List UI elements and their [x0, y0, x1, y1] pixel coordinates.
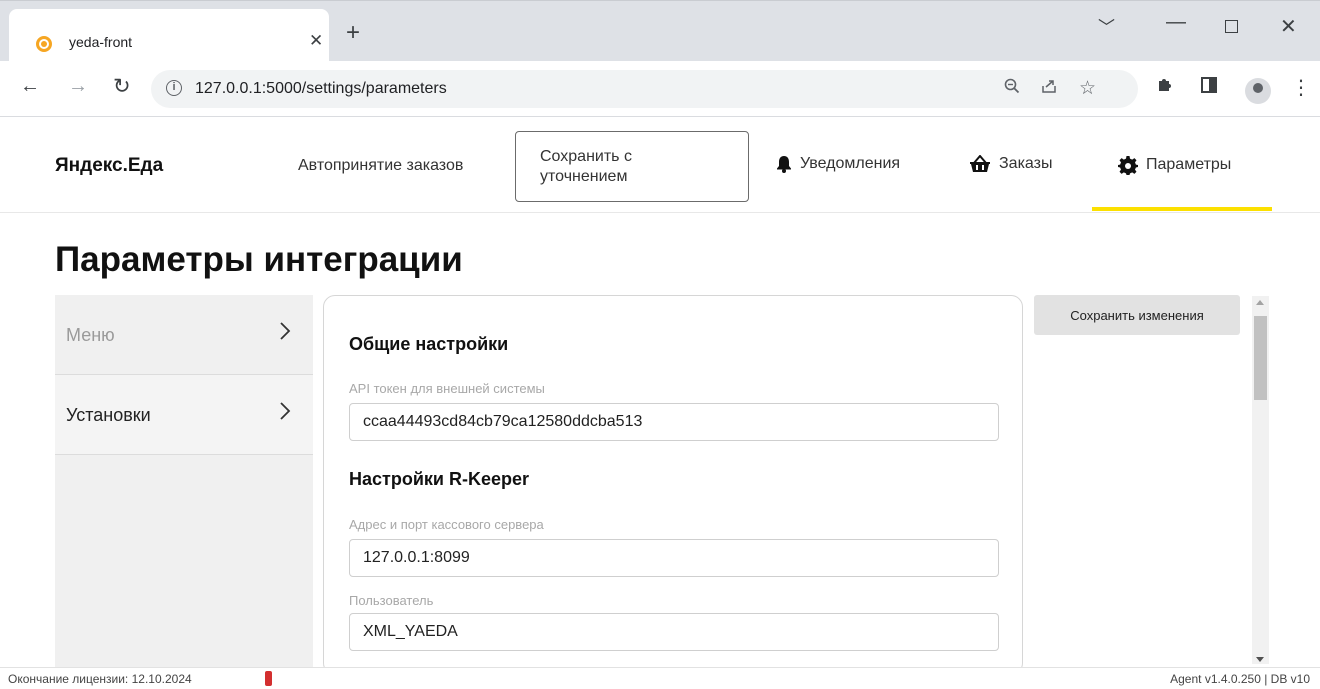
browser-menu-icon[interactable]: ⋮: [1291, 75, 1311, 100]
bell-icon: [776, 155, 792, 173]
browser-tabstrip: yeda-front ✕ + ﹀ — ✕: [0, 0, 1320, 62]
page-title: Параметры интеграции: [55, 240, 463, 279]
user-input[interactable]: [349, 613, 999, 651]
window-close-icon[interactable]: ✕: [1280, 14, 1297, 39]
profile-avatar-icon[interactable]: [1245, 78, 1271, 104]
license-status-indicator: [265, 671, 272, 686]
save-clarify-line1: Сохранить с: [540, 148, 632, 165]
browser-toolbar: ← → ↻ i 127.0.0.1:5000/settings/paramete…: [0, 61, 1320, 117]
sidebar-item-label: Меню: [66, 325, 115, 345]
status-footer: Окончание лицензии: 12.10.2024 Agent v1.…: [0, 667, 1320, 689]
nav-orders-label: Заказы: [999, 155, 1053, 172]
app-header: Яндекс.Еда Автопринятие заказов Сохранит…: [0, 117, 1320, 213]
chevron-right-icon: [279, 401, 291, 427]
chevron-right-icon: [279, 321, 291, 347]
settings-form-card: Общие настройки API токен для внешней си…: [323, 295, 1023, 675]
nav-notifications-label: Уведомления: [800, 155, 901, 172]
new-tab-icon[interactable]: +: [346, 19, 360, 47]
nav-parameters-label: Параметры: [1146, 156, 1232, 173]
bookmark-star-icon[interactable]: ☆: [1079, 77, 1096, 100]
close-tab-icon[interactable]: ✕: [309, 31, 323, 51]
tab-search-chevron-icon[interactable]: ﹀: [1098, 13, 1115, 38]
tab-title: yeda-front: [69, 34, 133, 50]
nav-notifications[interactable]: Уведомления: [776, 155, 900, 173]
site-info-icon[interactable]: i: [166, 80, 182, 96]
general-settings-heading: Общие настройки: [349, 334, 509, 354]
save-with-clarification-button[interactable]: Сохранить с уточнением: [515, 131, 749, 202]
settings-sidebar: Меню Установки: [55, 295, 313, 667]
rkeeper-settings-heading: Настройки R-Keeper: [349, 469, 529, 489]
cash-server-address-input[interactable]: [349, 539, 999, 577]
back-arrow-icon[interactable]: ←: [20, 75, 40, 98]
brand-logo[interactable]: Яндекс.Еда: [55, 155, 163, 177]
nav-orders[interactable]: Заказы: [969, 155, 1052, 173]
active-nav-indicator: [1092, 207, 1272, 211]
sidebar-item-label: Установки: [66, 405, 151, 425]
save-clarify-line2: уточнением: [540, 168, 628, 185]
scrollbar-thumb[interactable]: [1254, 316, 1267, 400]
cash-server-label: Адрес и порт кассового сервера: [349, 517, 544, 532]
url-text[interactable]: 127.0.0.1:5000/settings/parameters: [195, 80, 447, 98]
forward-arrow-icon[interactable]: →: [68, 75, 88, 98]
browser-tab[interactable]: yeda-front ✕: [9, 9, 329, 62]
shopping-basket-icon: [969, 155, 991, 173]
version-info-text: Agent v1.4.0.250 | DB v10: [1170, 672, 1310, 686]
maximize-icon[interactable]: [1225, 20, 1238, 33]
sidebar-item-menu[interactable]: Меню: [55, 295, 313, 375]
nav-parameters[interactable]: Параметры: [1118, 155, 1231, 175]
nav-auto-accept[interactable]: Автопринятие заказов: [298, 157, 463, 175]
page-scrollbar[interactable]: [1252, 296, 1269, 664]
extensions-puzzle-icon[interactable]: [1156, 75, 1174, 98]
share-icon[interactable]: [1041, 78, 1058, 99]
scroll-up-arrow-icon[interactable]: [1256, 300, 1264, 305]
reload-icon[interactable]: ↻: [113, 74, 131, 99]
zoom-icon[interactable]: [1004, 78, 1020, 99]
yandex-eda-favicon-icon: [36, 36, 52, 52]
api-token-label: API токен для внешней системы: [349, 381, 545, 396]
scroll-down-arrow-icon[interactable]: [1256, 657, 1264, 662]
save-changes-button[interactable]: Сохранить изменения: [1034, 295, 1240, 335]
minimize-icon[interactable]: —: [1166, 11, 1186, 34]
side-panel-icon[interactable]: [1201, 77, 1217, 98]
user-label: Пользователь: [349, 593, 434, 608]
gear-icon: [1118, 155, 1138, 175]
license-expiry-text: Окончание лицензии: 12.10.2024: [8, 672, 192, 686]
sidebar-item-settings[interactable]: Установки: [55, 375, 313, 455]
api-token-input[interactable]: [349, 403, 999, 441]
address-bar[interactable]: i 127.0.0.1:5000/settings/parameters ☆: [151, 70, 1138, 108]
